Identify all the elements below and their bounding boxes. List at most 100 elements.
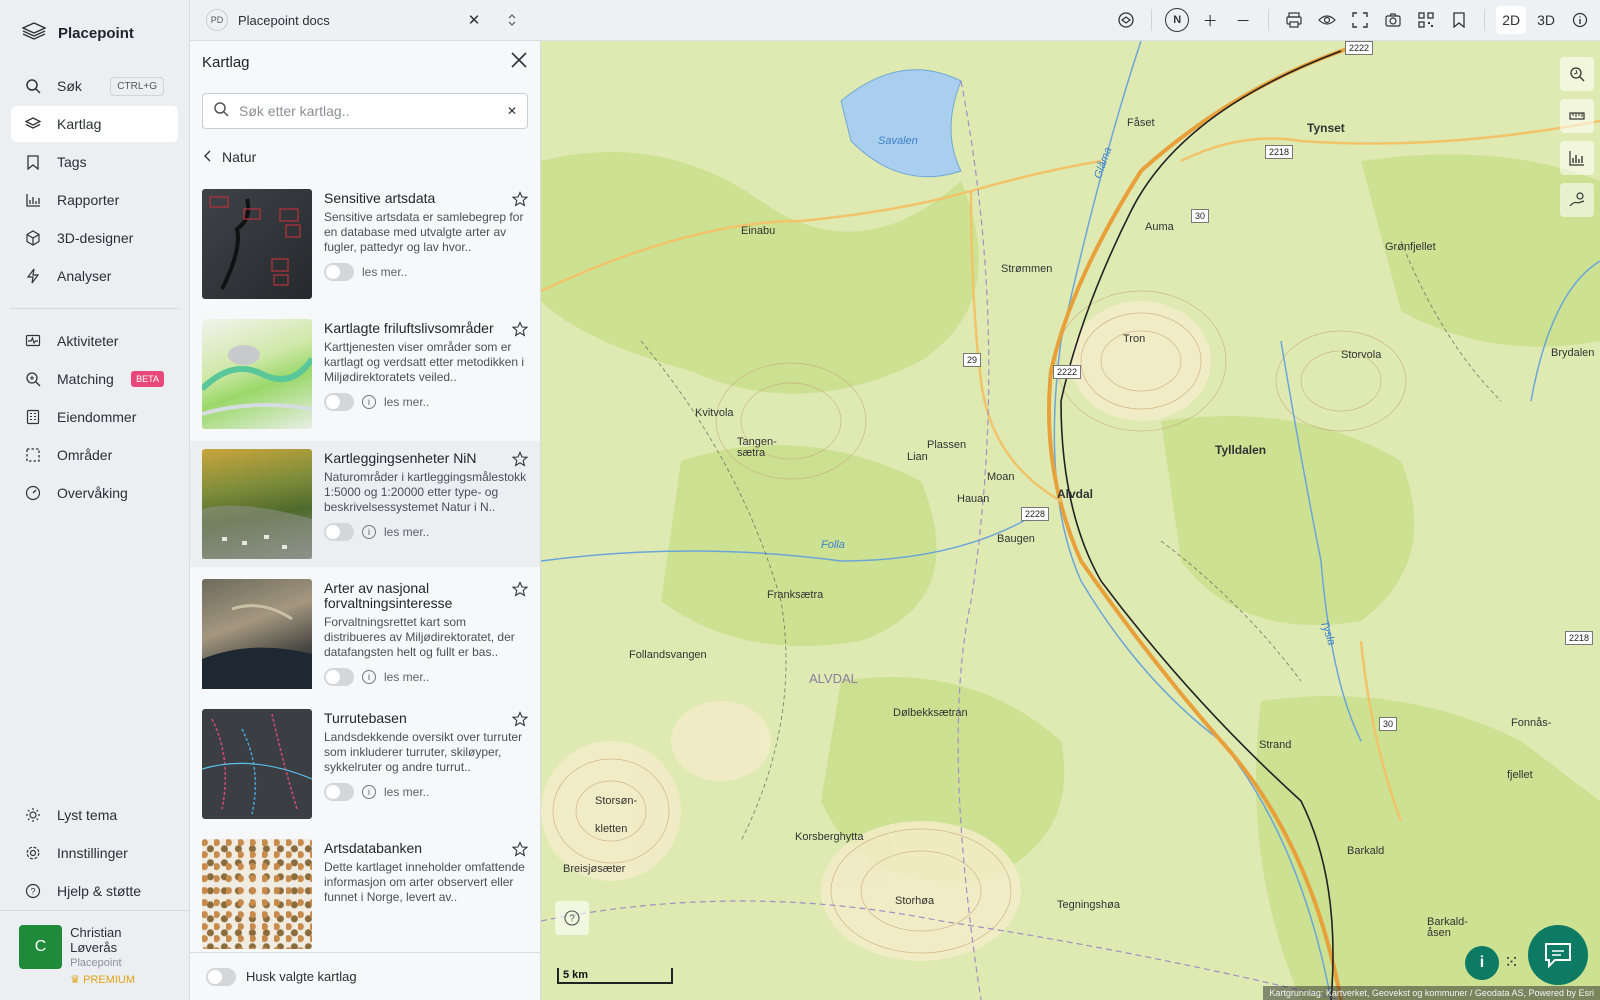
info-icon[interactable]: i (362, 395, 376, 409)
compass-button[interactable]: N (1163, 6, 1191, 34)
nav-item-eiendommer[interactable]: Eiendommer (11, 399, 178, 435)
read-more-link[interactable]: les mer.. (384, 395, 429, 409)
eye-icon[interactable] (1313, 6, 1341, 34)
read-more-link[interactable]: les mer.. (384, 670, 429, 684)
camera-icon[interactable] (1379, 6, 1407, 34)
nav-item-aktiviteter[interactable]: Aktiviteter (11, 323, 178, 359)
info-icon[interactable]: i (362, 785, 376, 799)
doc-badge: PD (206, 9, 228, 31)
nav-item-tags[interactable]: Tags (11, 144, 178, 180)
shortcut-badge: CTRL+G (110, 76, 164, 96)
document-selector[interactable]: PD Placepoint docs ✕ (206, 6, 526, 34)
layers-visibility-icon[interactable] (1112, 6, 1140, 34)
nav-item-hjelp[interactable]: ? Hjelp & støtte (11, 873, 178, 909)
nav-item-sok[interactable]: Søk CTRL+G (11, 68, 178, 104)
close-icon[interactable] (510, 51, 528, 74)
nav-item-overvaking[interactable]: Overvåking (11, 475, 178, 511)
route-tool-icon[interactable] (1560, 183, 1594, 217)
chat-button[interactable] (1528, 925, 1588, 985)
info-icon[interactable]: i (362, 670, 376, 684)
breadcrumb[interactable]: Natur (204, 149, 528, 165)
clear-search-icon[interactable]: ✕ (507, 104, 517, 118)
map-view[interactable]: Savalen Fåset Tynset Auma Grønfjellet Ei… (541, 41, 1600, 1000)
star-icon[interactable] (511, 841, 529, 862)
map-label: Tegningshøa (1057, 899, 1120, 911)
star-icon[interactable] (511, 191, 529, 212)
nav-item-3d-designer[interactable]: 3D-designer (11, 220, 178, 256)
layer-footer: i les mer.. (324, 523, 528, 541)
layer-toggle[interactable] (324, 263, 354, 281)
info-fab-button[interactable]: i (1465, 946, 1499, 980)
star-icon[interactable] (511, 451, 529, 472)
bookmark-icon[interactable] (1445, 6, 1473, 34)
bolt-icon (25, 268, 41, 284)
read-more-link[interactable]: les mer.. (384, 525, 429, 539)
avatar: C (19, 925, 63, 969)
remember-layers-toggle[interactable] (206, 967, 236, 986)
map-label: Strømmen (1001, 263, 1053, 275)
layer-item[interactable]: Artsdatabanken Dette kartlaget inneholde… (190, 831, 540, 952)
measure-tool-icon[interactable] (1560, 99, 1594, 133)
nav-item-analyser[interactable]: Analyser (11, 258, 178, 294)
star-icon[interactable] (511, 711, 529, 732)
read-more-link[interactable]: les mer.. (362, 265, 407, 279)
map-toolbar: N ＋ － 2D 3D (1112, 6, 1594, 34)
mode-3d-button[interactable]: 3D (1531, 6, 1561, 34)
info-icon[interactable]: i (362, 525, 376, 539)
svg-text:?: ? (569, 914, 575, 925)
map-help-icon[interactable]: ? (555, 901, 589, 935)
toolbar-divider (1268, 9, 1270, 31)
star-icon[interactable] (511, 581, 529, 602)
print-icon[interactable] (1280, 6, 1308, 34)
nav-item-kartlag[interactable]: Kartlag (11, 106, 178, 142)
zoom-in-icon[interactable]: ＋ (1196, 6, 1224, 34)
nav-item-omrader[interactable]: Områder (11, 437, 178, 473)
nav-label: Matching (57, 371, 114, 387)
layer-search-input[interactable] (239, 103, 497, 119)
drag-handle-icon[interactable]: ⁙ (1504, 952, 1519, 973)
nav-item-lyst-tema[interactable]: Lyst tema (11, 797, 178, 833)
read-more-link[interactable]: les mer.. (384, 785, 429, 799)
premium-icon: ♛ (70, 974, 81, 986)
layer-thumbnail (199, 319, 315, 429)
map-label: Storsøn- kletten (595, 795, 638, 835)
nav-item-innstillinger[interactable]: Innstillinger (11, 835, 178, 871)
nav-item-rapporter[interactable]: Rapporter (11, 182, 178, 218)
brand[interactable]: Placepoint (0, 0, 189, 66)
layer-toggle[interactable] (324, 523, 354, 541)
user-name: Christian Løverås (70, 925, 122, 955)
layer-thumbnail (201, 709, 313, 819)
nav-label: Søk (57, 78, 82, 94)
layer-item[interactable]: Kartleggingsenheter NiN Naturområder i k… (190, 441, 540, 567)
map-label: Storhøa (895, 895, 935, 907)
gear-icon (25, 845, 41, 861)
layer-list: Sensitive artsdata Sensitive artsdata er… (190, 181, 540, 952)
user-plan: ♛ PREMIUM (70, 973, 170, 986)
search-icon (213, 101, 229, 122)
close-doc-icon[interactable]: ✕ (460, 6, 488, 34)
doc-title: Placepoint docs (238, 12, 330, 28)
chevron-updown-icon[interactable] (498, 6, 526, 34)
layer-item[interactable]: Sensitive artsdata Sensitive artsdata er… (190, 181, 540, 307)
info-icon[interactable] (1566, 6, 1594, 34)
layer-item[interactable]: Arter av nasjonal forvaltningsinteresse … (190, 571, 540, 697)
zoom-out-icon[interactable]: － (1229, 6, 1257, 34)
user-card[interactable]: C Christian Løverås Placepoint ♛ PREMIUM (0, 910, 189, 1000)
layer-toggle[interactable] (324, 783, 354, 801)
layer-item[interactable]: Kartlagte friluftslivsområder Karttjenes… (190, 311, 540, 437)
mode-2d-button[interactable]: 2D (1496, 6, 1527, 34)
user-org: Placepoint (70, 957, 122, 969)
layer-thumbnail (202, 189, 312, 299)
layer-toggle[interactable] (324, 668, 354, 686)
nav-item-matching[interactable]: Matching BETA (11, 361, 178, 397)
nav-label: Lyst tema (57, 807, 118, 823)
qr-code-icon[interactable] (1412, 6, 1440, 34)
layer-toggle[interactable] (324, 393, 354, 411)
star-icon[interactable] (511, 321, 529, 342)
profile-chart-icon[interactable] (1560, 141, 1594, 175)
map-label: Plassen (927, 439, 967, 451)
identify-tool-icon[interactable] (1560, 57, 1594, 91)
fullscreen-icon[interactable] (1346, 6, 1374, 34)
layer-item[interactable]: Turrutebasen Landsdekkende oversikt over… (190, 701, 540, 827)
map-label: Barkald- åsen (1427, 916, 1468, 939)
